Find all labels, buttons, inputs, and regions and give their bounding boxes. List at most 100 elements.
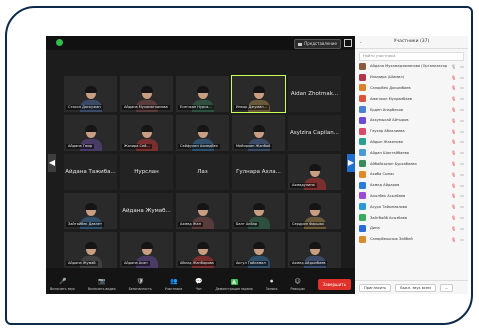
security-shield-icon[interactable] <box>56 39 63 46</box>
tile-name-label: Ахмадулина <box>290 183 317 188</box>
participant-row[interactable]: Айдан Шалтайбаева 🎙 ▭ <box>355 147 468 158</box>
view-button[interactable]: Представление <box>294 39 341 49</box>
participant-row[interactable]: Аккумысай Айтыров 🎙 ▭ <box>355 115 468 126</box>
fullscreen-icon[interactable] <box>344 39 352 47</box>
avatar <box>359 116 366 124</box>
participant-row[interactable]: Дина 🎙 ▭ <box>355 223 468 234</box>
toolbar-icon: 💬 <box>195 278 203 285</box>
video-camera-icon: ▭ <box>460 150 464 156</box>
video-tile[interactable]: Ахмед Айдынбаев <box>288 232 341 268</box>
tile-name-label: Ахмед Айдынбаев <box>290 261 328 266</box>
participant-row[interactable]: Зайтбайб Асызбаев 🎙 ▭ <box>355 212 468 223</box>
video-tile[interactable]: Стасон Доскужан <box>64 76 117 112</box>
toolbar-button[interactable]: 🎤 Включить звук <box>50 279 75 292</box>
prev-page-arrow-icon[interactable]: ◀ <box>48 154 56 172</box>
participant-search-input[interactable]: Найти участника <box>359 52 464 61</box>
video-tile[interactable]: Есенжан Нурса... <box>176 76 229 112</box>
video-tile[interactable]: Aidan Zhotmak... <box>288 76 341 112</box>
avatar <box>359 62 366 70</box>
mic-muted-icon: 🎙 <box>451 215 457 221</box>
video-tile[interactable]: Гулнара Ахла... <box>232 154 285 190</box>
video-tile[interactable]: Айдана Асан <box>120 232 173 268</box>
participant-name: Ахиба Сыпас <box>370 172 395 177</box>
video-camera-icon: ▭ <box>460 204 464 210</box>
participant-row[interactable]: Асылбек Асызбаев 🎙 ▭ <box>355 191 468 202</box>
avatar <box>359 224 366 232</box>
participant-row[interactable]: Ильмира (Шамил) 🎙 ▭ <box>355 72 468 83</box>
participant-row[interactable]: Гаухар Аблалиева 🎙 ▭ <box>355 126 468 137</box>
toolbar-button[interactable]: ⏺ Запись <box>266 279 278 292</box>
video-tile[interactable]: Мейирхан Жанбай <box>232 115 285 151</box>
video-tile[interactable]: Сейфулин Ахмедбек <box>176 115 229 151</box>
mic-muted-icon: 🎙 <box>451 96 457 102</box>
toolbar-button[interactable]: 👥 Участники <box>165 279 183 292</box>
collapse-chevron-icon[interactable]: ⌄ <box>359 36 362 48</box>
gallery-grid: Стасон Доскужан Айдана Мухаматханова Есенж… <box>64 75 341 268</box>
video-tile[interactable]: Жазира Сей... <box>120 115 173 151</box>
tile-name-label: Айдана Жумаб <box>66 261 98 266</box>
video-tile[interactable]: Сердрип Фаршах <box>288 193 341 229</box>
avatar <box>359 235 366 243</box>
participant-row[interactable]: Ахмед Айдаров 🎙 ▭ <box>355 180 468 191</box>
mic-muted-icon: 🎙 <box>451 236 457 242</box>
participant-name: Айдана Мухамедзаманова (Организатор, я) <box>370 64 448 69</box>
participant-row[interactable]: Ахиба Сыпас 🎙 ▭ <box>355 169 468 180</box>
toolbar-label: Включить звук <box>50 287 75 291</box>
toolbar-button[interactable]: ▲ Демонстрация экрана <box>215 278 252 292</box>
video-tile[interactable]: Абилд Жанбарова <box>176 232 229 268</box>
video-camera-icon: ▭ <box>460 171 464 177</box>
video-tile[interactable]: Айдана Тажиба... <box>64 154 117 190</box>
avatar <box>359 160 366 168</box>
participant-row[interactable]: Асура Тайкемалова 🎙 ▭ <box>355 201 468 212</box>
video-camera-icon: ▭ <box>460 225 464 231</box>
video-tile[interactable]: Балт Акбар <box>232 193 285 229</box>
toolbar-icon: ▲ <box>230 278 238 285</box>
video-tile[interactable]: Нурслан <box>120 154 173 190</box>
video-tile[interactable]: Ахмадулина <box>288 154 341 190</box>
tile-name-label: Айдана Асан <box>122 261 150 266</box>
avatar <box>359 73 366 81</box>
toolbar-label: Безопасность <box>128 287 152 291</box>
participant-row[interactable]: Айдын Жакенова 🎙 ▭ <box>355 137 468 148</box>
toolbar-button[interactable]: 📷 Включить видео <box>87 279 116 292</box>
video-tile[interactable]: Айдана Жумаб... <box>120 193 173 229</box>
participant-row[interactable]: Айбайкынан Бурхабаева 🎙 ▭ <box>355 158 468 169</box>
zoom-screenshot: Представление Стасон Доскужан Айдана Муха… <box>46 36 468 294</box>
video-tile[interactable]: Аsylzira Capilan... <box>288 115 341 151</box>
video-tile[interactable]: Инкар Джуман... <box>231 75 286 113</box>
participant-row[interactable]: Сапарбек Досымбаев 🎙 ▭ <box>355 83 468 94</box>
toolbar-button[interactable]: 🛡 Безопасность <box>128 279 152 292</box>
avatar <box>359 149 366 157</box>
video-tile[interactable]: Айдана Мухаматханова <box>120 76 173 112</box>
video-tile[interactable]: Айдана Тюхр <box>64 115 117 151</box>
video-tile[interactable]: Ахмед Жан <box>176 193 229 229</box>
participant-row[interactable]: Айдана Мухамедзаманова (Организатор, я) 🎙… <box>355 61 468 72</box>
more-options-button[interactable]: … <box>439 283 454 292</box>
mic-muted-icon: 🎙 <box>451 193 457 199</box>
mute-all-button[interactable]: Выкл. звук всем <box>395 283 436 292</box>
toolbar-button[interactable]: ☺ Реакции <box>290 279 305 292</box>
video-tile[interactable]: Айдана Жумаб <box>64 232 117 268</box>
participant-row[interactable]: Аманжол Мухрамбаев 🎙 ▭ <box>355 93 468 104</box>
participant-row[interactable]: Сапарбекызык Зейбей 🎙 ▭ <box>355 234 468 245</box>
avatar <box>359 192 366 200</box>
toolbar-label: Реакции <box>290 287 305 291</box>
invite-button[interactable]: Пригласить <box>359 283 392 292</box>
toolbar-button[interactable]: 💬 Чат <box>195 278 203 292</box>
next-page-arrow-icon[interactable]: ▶ <box>347 154 355 172</box>
tile-name-label: Есенжан Нурса... <box>178 105 214 110</box>
participant-name: Асылбек Асызбаев <box>370 193 406 198</box>
tile-name-label: Айдана Тюхр <box>66 144 95 149</box>
participant-name: Асура Тайкемалова <box>370 204 408 209</box>
video-tile[interactable]: Лаз <box>176 154 229 190</box>
participant-name: Сапарбек Досымбаев <box>370 85 411 90</box>
end-meeting-button[interactable]: Завершить <box>317 279 351 290</box>
toolbar-label: Включить видео <box>87 287 116 291</box>
video-camera-icon: ▭ <box>460 96 464 102</box>
meeting-window: Представление Стасон Доскужан Айдана Муха… <box>46 36 355 294</box>
video-tile[interactable]: Акгул Тайкемал <box>232 232 285 268</box>
mic-muted-icon: 🎙 <box>451 117 457 123</box>
tile-name-label: Ахмед Жан <box>178 222 203 227</box>
participant-row[interactable]: Ерден Анарбеков 🎙 ▭ <box>355 104 468 115</box>
video-tile[interactable]: Зайтайбек Давлет <box>64 193 117 229</box>
